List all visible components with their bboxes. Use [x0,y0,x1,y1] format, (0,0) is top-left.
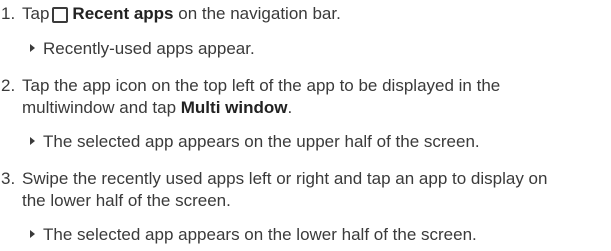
step-2-line-2-pre: multiwindow and tap [22,98,181,117]
recent-apps-icon [52,7,69,23]
bullet-arrow-icon [30,230,35,238]
step-1-result: Recently-used apps appear. [30,38,605,60]
step-3-line-1: Swipe the recently used apps left or rig… [22,169,548,188]
step-number: 3. [1,169,16,188]
step-2-line-2: multiwindow and tap Multi window. [22,97,607,119]
step-3-text: Swipe the recently used apps left or rig… [22,168,607,212]
step-1-text: Tap Recent apps on the navigation bar. [22,3,607,25]
step-2-line-1: Tap the app icon on the top left of the … [22,76,501,95]
step-3-line-2: the lower half of the screen. [22,191,231,210]
recent-apps-label: Recent apps [72,4,174,23]
step-1-pre: Tap [22,4,50,23]
bullet-arrow-icon [30,137,35,145]
multi-window-label: Multi window [180,98,288,117]
step-2-result: The selected app appears on the upper ha… [30,131,605,153]
step-2-text: Tap the app icon on the top left of the … [22,75,607,119]
bullet-arrow-icon [30,44,35,52]
step-2-result-text: The selected app appears on the upper ha… [43,132,480,151]
step-2-line-2-post: . [287,98,293,117]
step-number: 1. [1,4,16,23]
step-number: 2. [1,76,16,95]
step-3-result: The selected app appears on the lower ha… [30,224,605,246]
step-1-result-text: Recently-used apps appear. [43,39,255,58]
step-3-result-text: The selected app appears on the lower ha… [43,225,477,244]
step-1-post: on the navigation bar. [173,4,341,23]
